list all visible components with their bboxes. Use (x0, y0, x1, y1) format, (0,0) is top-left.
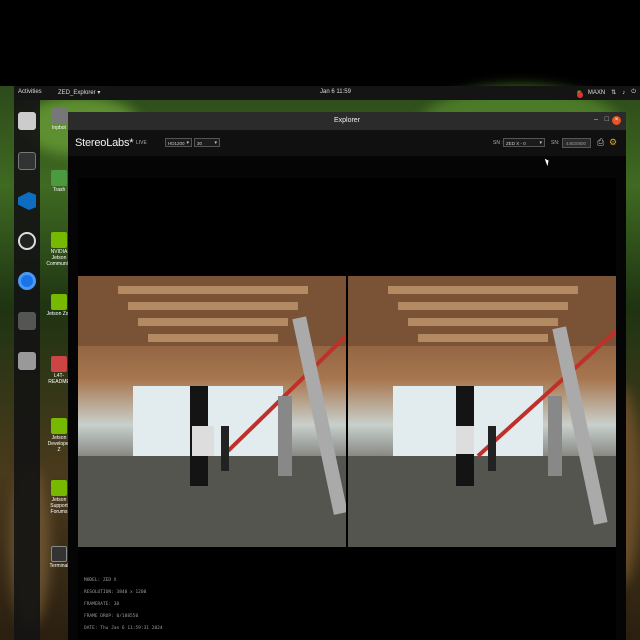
drive-icon (51, 356, 67, 372)
top-bar: Activities ZED_Explorer ▾ Jan 6 11:59 ◉ … (14, 86, 640, 100)
desktop-icon-label: L4T-README (48, 373, 70, 385)
brand-logo: StereoLabs* (75, 137, 134, 149)
info-framerate: FRAMERATE: 30 (84, 602, 120, 607)
record-toggle-icon[interactable]: ⎙ (597, 137, 604, 148)
obs-icon[interactable] (18, 232, 36, 250)
live-status: LIVE (136, 140, 147, 146)
desktop-icon-label: Inpbot (52, 125, 66, 131)
trash-icon (51, 170, 67, 186)
info-model: MODEL: ZED X (84, 578, 117, 583)
minimize-button[interactable]: – (594, 116, 598, 123)
serial-label: SN: (551, 140, 560, 146)
settings-gear-icon[interactable]: ⚙ (609, 137, 617, 148)
dock (14, 100, 40, 640)
right-camera-view (348, 276, 616, 547)
maximize-button[interactable]: □ (605, 116, 609, 123)
window-titlebar[interactable]: Explorer – □ × (68, 112, 626, 130)
app-menu[interactable]: ZED_Explorer ▾ (58, 89, 100, 96)
app-icon (51, 108, 67, 124)
info-date: DATE: Thu Jan 6 11:59:31 2024 (84, 626, 163, 631)
nvidia-icon (51, 294, 67, 310)
explorer-window: Explorer – □ × StereoLabs* LIVE HD1200 3… (68, 112, 626, 640)
window-title: Explorer (333, 117, 361, 124)
right-camera-image (348, 276, 616, 547)
terminal-icon (51, 546, 67, 562)
clock[interactable]: Jan 6 11:59 (320, 89, 351, 95)
info-frame-drop: FRAME DROP: 0/188550 (84, 614, 139, 619)
resolution-select[interactable]: HD1200 (165, 138, 192, 148)
desktop-icon-label: Trash (52, 187, 66, 193)
activities-button[interactable]: Activities (18, 89, 42, 95)
nvidia-icon (51, 418, 67, 434)
nvidia-icon (51, 480, 67, 496)
volume-icon[interactable]: ♪ (622, 90, 625, 96)
explorer-toolbar: StereoLabs* LIVE HD1200 30 SN : ZED X - … (68, 130, 626, 156)
power-mode[interactable]: MAXN (588, 90, 605, 96)
terminal-icon[interactable] (18, 152, 36, 170)
info-resolution: RESOLUTION: 3840 x 1200 (84, 590, 147, 595)
left-camera-image (78, 276, 346, 547)
sn-label: SN : (493, 140, 503, 146)
drive-icon[interactable] (18, 352, 36, 370)
close-button[interactable]: × (612, 116, 621, 125)
desktop-icon-label: Jetson Developer Z (47, 435, 71, 453)
camera-select[interactable]: ZED X - 0 (503, 138, 545, 148)
desktop-icon-label: Terminal (49, 563, 69, 569)
left-camera-view (78, 276, 346, 547)
desktop-icon-label: Jetson Support Forums (50, 497, 68, 515)
app-icon[interactable] (18, 312, 36, 330)
nvidia-icon (51, 232, 67, 248)
fps-select[interactable]: 30 (194, 138, 220, 148)
record-icon (576, 92, 583, 98)
chromium-icon[interactable] (18, 272, 36, 290)
network-icon[interactable]: ⇅ (611, 89, 616, 96)
serial-field[interactable]: 44820800 (562, 138, 591, 148)
stereo-stream[interactable] (78, 276, 616, 547)
power-icon[interactable]: ⏻ (631, 89, 636, 96)
vscode-icon[interactable] (18, 192, 36, 210)
video-viewport: MODEL: ZED X RESOLUTION: 3840 x 1200 FRA… (78, 178, 616, 640)
files-icon[interactable] (18, 112, 36, 130)
